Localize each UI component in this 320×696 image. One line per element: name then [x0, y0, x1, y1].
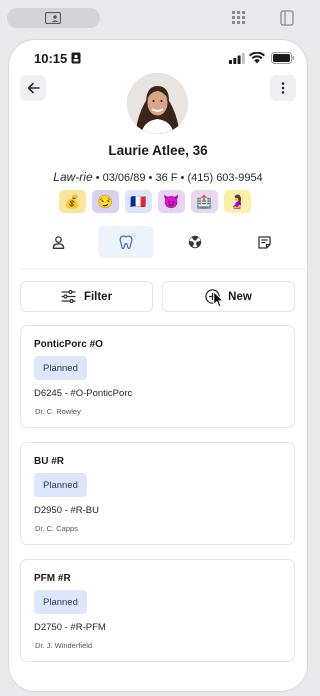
patient-dob: 03/06/89 — [102, 172, 146, 184]
vertical-dots-icon — [281, 82, 285, 94]
tab-divider — [19, 268, 307, 271]
france-flag-badge[interactable]: 🇫🇷 — [125, 190, 152, 213]
new-button[interactable]: New — [162, 281, 295, 312]
more-options-button[interactable] — [270, 75, 296, 101]
treatment-card[interactable]: PFM #R Planned D2750 - #R-PFM Dr. J. Win… — [20, 559, 295, 662]
provider-name: Dr. C. Rowley — [35, 407, 81, 416]
device-toolbar — [0, 0, 316, 36]
grid-icon[interactable] — [232, 11, 246, 25]
status-badge: Planned — [34, 356, 87, 380]
sliders-icon — [61, 290, 76, 303]
notes-icon — [257, 235, 271, 249]
meta-separator: • — [148, 172, 153, 184]
new-label: New — [228, 290, 252, 303]
treatment-card[interactable]: PonticPorc #O Planned D6245 - #O-PonticP… — [20, 325, 295, 428]
person-icon — [52, 235, 64, 249]
patient-age-sex: 36 F — [155, 172, 178, 184]
hospital-badge[interactable]: 🏥 — [191, 190, 218, 213]
status-time: 10:15 — [34, 51, 68, 66]
tooth-icon — [119, 235, 133, 249]
meta-separator: • — [95, 172, 100, 184]
money-bag-badge[interactable]: 💰 — [59, 190, 86, 213]
arrow-left-icon — [27, 82, 40, 94]
tab-notes[interactable] — [236, 226, 292, 258]
filter-button[interactable]: Filter — [20, 281, 153, 312]
back-button[interactable] — [20, 75, 46, 101]
patient-tabs — [19, 226, 307, 271]
battery-icon — [271, 52, 295, 64]
display-mode-toggle[interactable] — [7, 8, 100, 28]
procedure-code: D6245 - #O-PonticPorc — [34, 388, 133, 399]
tab-profile[interactable] — [30, 226, 86, 258]
smirk-face-badge[interactable]: 😏 — [92, 190, 119, 213]
patient-avatar — [127, 73, 188, 134]
mouse-cursor-icon — [213, 291, 224, 308]
filter-label: Filter — [83, 290, 113, 303]
tab-radiology[interactable] — [167, 226, 223, 258]
provider-name: Dr. J. Winderfield — [35, 641, 93, 650]
status-badge: Planned — [34, 590, 87, 614]
patient-badges: 💰 😏 🇫🇷 😈 🏥 🤰 — [59, 190, 251, 213]
patient-phone[interactable]: (415) 603-9954 — [187, 172, 262, 184]
status-badge: Planned — [34, 473, 87, 497]
tab-dental[interactable] — [98, 226, 154, 258]
wifi-icon — [249, 52, 265, 64]
phone-screen: 10:15 Laurie Atlee, 36 Law-rie • 03/06/8… — [9, 40, 307, 691]
signal-icon — [229, 53, 245, 64]
patient-alias: Law-rie — [53, 170, 93, 184]
lock-icon — [71, 52, 81, 64]
procedure-code: D2950 - #R-BU — [34, 505, 99, 516]
meta-separator: • — [180, 172, 185, 184]
pregnant-badge[interactable]: 🤰 — [224, 190, 251, 213]
treatment-card[interactable]: BU #R Planned D2950 - #R-BU Dr. C. Capps — [20, 442, 295, 545]
procedure-title: PonticPorc #O — [34, 339, 103, 350]
procedure-title: BU #R — [34, 456, 65, 467]
devil-face-badge[interactable]: 😈 — [158, 190, 185, 213]
patient-meta: Law-rie • 03/06/89 • 36 F • (415) 603-99… — [9, 170, 307, 184]
procedure-title: PFM #R — [34, 573, 71, 584]
procedure-code: D2750 - #R-PFM — [34, 622, 106, 633]
status-bar: 10:15 — [9, 40, 307, 76]
screen-user-icon — [45, 12, 61, 24]
radiation-icon — [188, 235, 202, 249]
device-rotate-icon[interactable] — [280, 10, 294, 26]
provider-name: Dr. C. Capps — [35, 524, 78, 533]
patient-name: Laurie Atlee, 36 — [108, 143, 208, 158]
